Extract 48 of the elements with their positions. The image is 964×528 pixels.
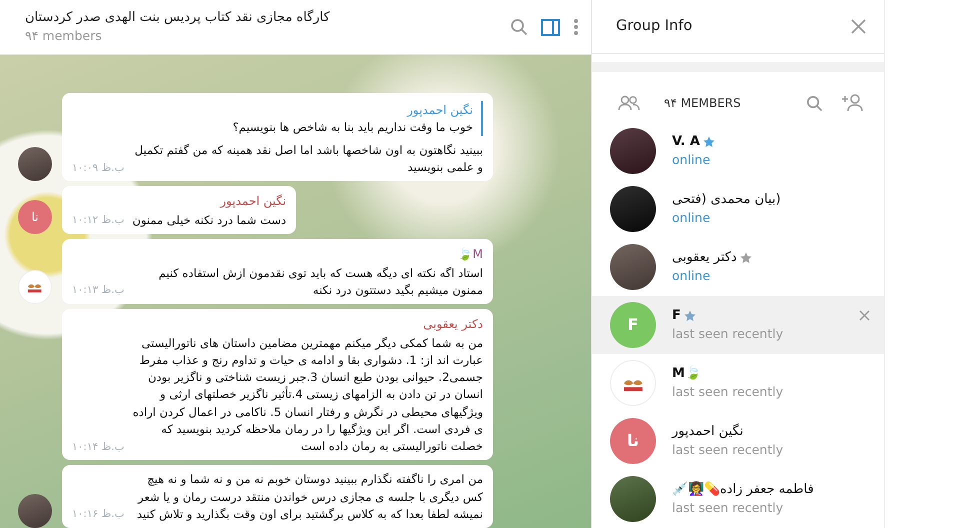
member-name: F [672, 306, 681, 325]
message-text: من به شما کمکی دیگر میکنم مهمترین مضامین داستان های ناتورالیستی عبارت اند از: 1. دشواری بقا و ادامه ی حیات و تداوم رنج و عذاب مفرط جسمی2. حیوانی بودن طبع انسان 3.جبر زیست شناختی و ناگزیر بودن انسان در تن دادن به الزامهای زیستی 4.تأثیر ناگزیر خصلتهای ارثی و ویژگیهای محیطی در نگرش و رفتار انسان 5. ناکامی در اعمال کردن اراده ی فردی است. اگر این ویژگیها را در رمان ملاحظه کردید بنویسید که خصلت ناتورالیستی به رمان داده است [132, 334, 483, 455]
avatar: نا [610, 418, 656, 464]
member-status: online [672, 267, 712, 286]
remove-icon[interactable] [859, 310, 870, 321]
sidebar-toggle-icon[interactable] [541, 18, 560, 36]
more-options-icon[interactable] [573, 18, 579, 36]
member-status: online [672, 209, 712, 228]
message-time: ب.ظ ۱۰:۱۶ [72, 507, 124, 522]
message-text: دست شما درد نکنه خیلی ممنون [132, 212, 286, 229]
message-time: ب.ظ ۱۰:۱۴ [72, 440, 124, 454]
member-name: M🍃 [672, 364, 701, 383]
message-text: استاد اگه نکته ای دیگه هست که باید توی نقدمون ازش استفاده کنیم ممنون میشیم بگید دستتون درد نکنه [158, 264, 483, 299]
panel-title: Group Info [616, 16, 692, 36]
member-name: دکتر یعقوبی [672, 248, 737, 267]
member-name: (بیان محمدی (فتحی [672, 190, 781, 209]
reply-text: خوب ما وقت نداریم باید بنا به شاخص ها بنویسیم؟ [232, 118, 473, 136]
member-status: last seen recently [672, 499, 784, 518]
member-count: ۹۴ members [25, 27, 103, 46]
sender-name: M🍃 [458, 246, 483, 263]
member-row[interactable]: F F last seen recently [592, 296, 884, 354]
add-member-icon[interactable] [841, 94, 864, 112]
members-icon [618, 95, 640, 111]
member-row[interactable]: V. A online [592, 122, 884, 180]
member-name: V. A [672, 132, 700, 151]
member-status: online [672, 151, 712, 170]
avatar: نا [18, 200, 52, 234]
reply-quote[interactable]: نگین احمدپور خوب ما وقت نداریم باید بنا به شاخص ها بنویسیم؟ [72, 100, 483, 136]
sender-name: نگین احمدپور [220, 193, 286, 210]
member-name: نگین احمدپور [672, 422, 744, 441]
message-time: ب.ظ ۱۰:۱۲ [72, 213, 124, 228]
reply-sender: نگین احمدپور [406, 102, 473, 118]
member-status: last seen recently [672, 383, 784, 402]
close-icon[interactable] [851, 19, 866, 34]
message-text: من امری را ناگفته نگذارم ببینید دوستان خوبم نه من و نه شما و نه هیچ کس دیگری با جلسه ی مجازی درس خواندن منتقد درست رمان و یا شعر نمیشه لطفا بعدا که به کلاس برگشتید برای اون وقت بگذارید و تلاش کنید [136, 471, 483, 523]
message-time: ب.ظ ۱۰:۱۳ [72, 283, 124, 298]
member-status: last seen recently [672, 325, 784, 344]
message-time: ب.ظ ۱۰:۰۹ [72, 160, 124, 176]
search-icon[interactable] [806, 94, 823, 112]
members-heading: ۹۴ MEMBERS [664, 95, 742, 112]
member-name: فاطمه جعفر زاده💊👩‍🏫💉 [672, 480, 814, 499]
sender-name: دکتر یعقوبی [423, 316, 483, 333]
member-row[interactable]: M🍃 last seen recently [592, 354, 884, 412]
message-text: ببینید نگاهتون به اون شاخصها باشد اما اصل نقد همینه که من گفتم تکمیل و علمی بنویسید [134, 142, 483, 176]
search-icon[interactable] [510, 18, 528, 36]
avatar: F [610, 302, 656, 348]
chat-title: کارگاه مجازی نقد کتاب پردیس بنت الهدی صدر کردستان [25, 8, 330, 27]
member-status: last seen recently [672, 441, 784, 460]
